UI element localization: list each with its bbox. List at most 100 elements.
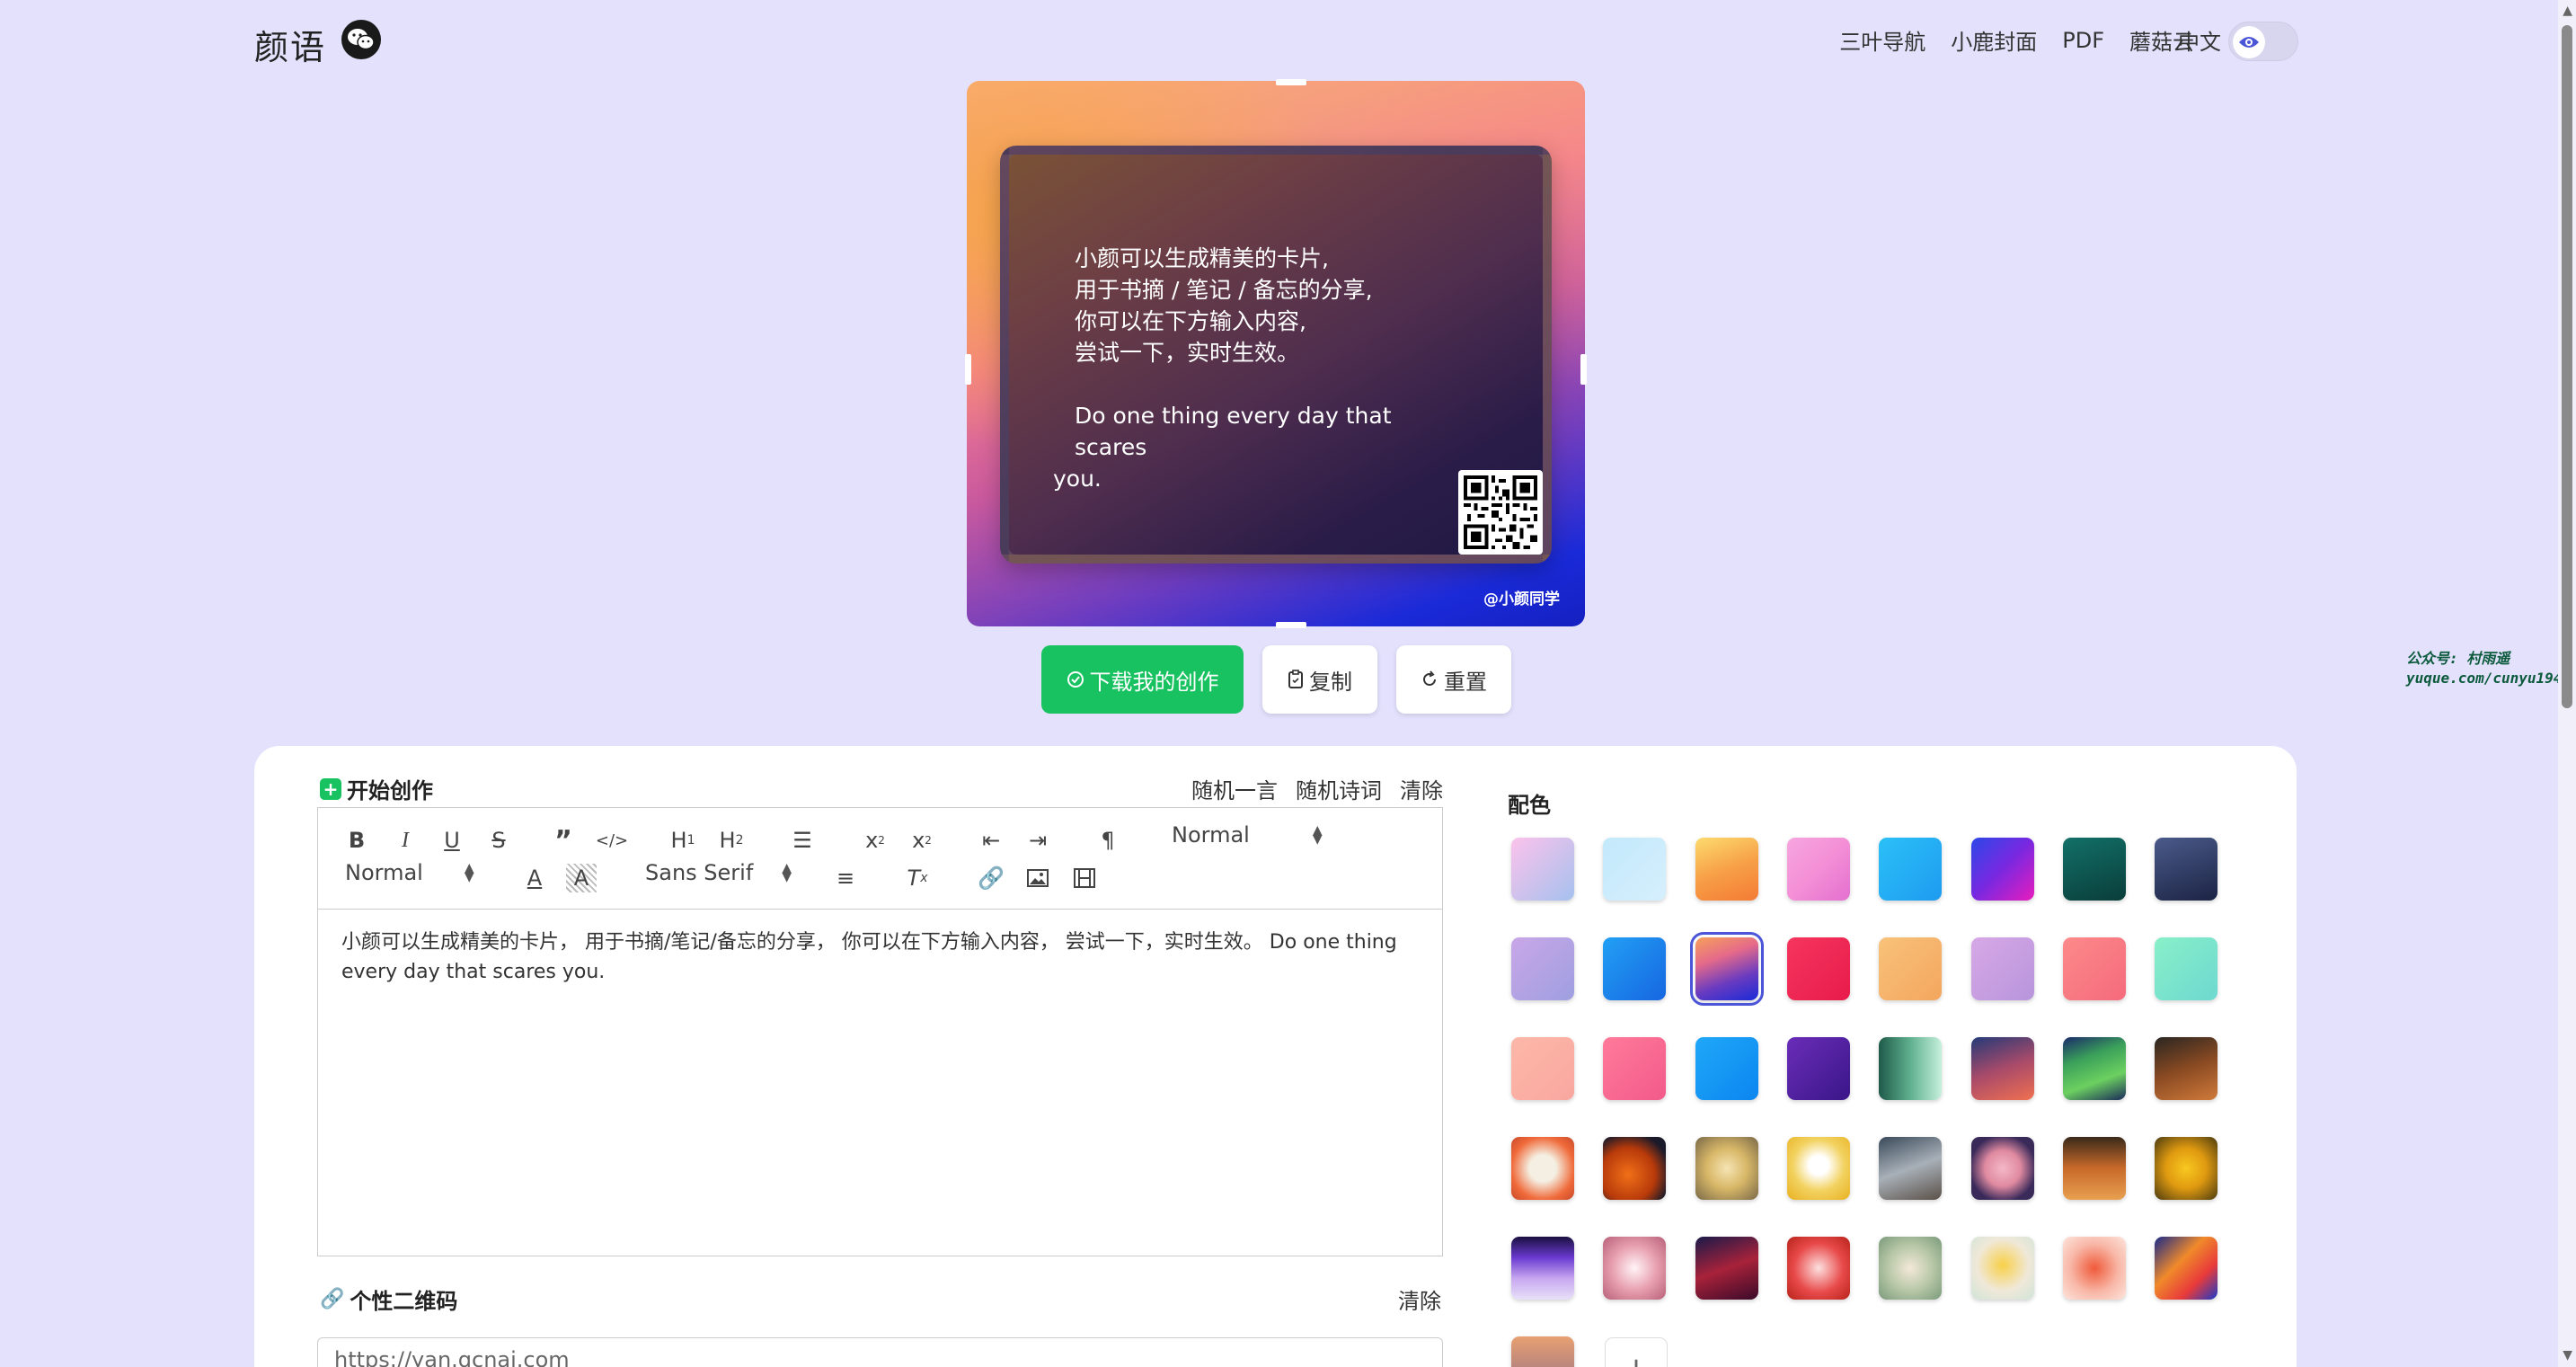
color-swatch[interactable] (1690, 932, 1764, 1006)
header-select[interactable]: Normal ▲ ▼ (1172, 822, 1323, 848)
color-swatch[interactable] (1695, 1237, 1758, 1300)
outdent-icon[interactable]: ⇤ (976, 826, 1006, 855)
link-icon[interactable]: 🔗 (976, 864, 1006, 892)
scrollbar[interactable]: ▲ ▼ (2558, 0, 2576, 1367)
color-swatch[interactable] (2155, 1237, 2217, 1300)
random-quote-link[interactable]: 随机一言 (1191, 773, 1278, 804)
color-swatch[interactable] (2063, 838, 2126, 901)
align-icon[interactable]: ≡ (830, 864, 861, 892)
resize-handle-bottom[interactable] (1276, 622, 1306, 628)
copy-button[interactable]: 复制 (1262, 645, 1377, 714)
color-swatch[interactable] (2063, 1237, 2126, 1300)
color-swatch[interactable] (1971, 937, 2034, 1000)
color-swatch[interactable] (1787, 1137, 1850, 1200)
wechat-icon[interactable] (341, 20, 381, 59)
random-poem-link[interactable]: 随机诗词 (1296, 773, 1382, 804)
app-logo-text[interactable]: 颜语 (254, 20, 326, 69)
check-circle-icon (1067, 671, 1084, 688)
scroll-up-icon[interactable]: ▲ (2563, 4, 2572, 18)
blockquote-icon[interactable]: ” (548, 825, 579, 857)
qrcode-section-title: 🔗 个性二维码 (320, 1283, 457, 1315)
color-swatch[interactable] (1603, 1237, 1666, 1300)
color-swatch[interactable] (2155, 838, 2217, 901)
header2-icon[interactable]: H2 (713, 826, 749, 855)
color-swatch[interactable] (1879, 937, 1942, 1000)
size-select[interactable]: Normal ▲ ▼ (345, 860, 474, 885)
qrcode-clear-link[interactable]: 清除 (1398, 1283, 1441, 1315)
download-button[interactable]: 下载我的创作 (1041, 645, 1244, 714)
color-swatch[interactable] (1511, 1237, 1574, 1300)
editor-toolbar: B I U S ” </> H1 H2 ☰ x2 x2 ⇤ ⇥ ¶ Normal… (318, 808, 1442, 910)
scroll-down-icon[interactable]: ▼ (2563, 1348, 2572, 1363)
color-swatch[interactable] (1603, 937, 1666, 1000)
size-select-value: Normal (345, 860, 423, 885)
scrollbar-thumb[interactable] (2562, 25, 2572, 708)
resize-handle-left[interactable] (965, 354, 971, 385)
nav-link-sanye[interactable]: 三叶导航 (1839, 24, 1925, 56)
color-swatch[interactable] (2155, 1137, 2217, 1200)
card-line-en: you. (1053, 466, 1102, 492)
color-swatch[interactable] (1603, 1137, 1666, 1200)
color-swatch[interactable] (1603, 1037, 1666, 1100)
italic-icon[interactable]: I (390, 826, 420, 855)
color-swatch[interactable] (2063, 937, 2126, 1000)
nav-link-xiaolu[interactable]: 小鹿封面 (1951, 24, 2037, 56)
color-swatch[interactable] (1511, 937, 1574, 1000)
background-color-icon[interactable]: A (566, 864, 597, 892)
color-swatch[interactable] (1879, 1237, 1942, 1300)
bold-icon[interactable]: B (341, 826, 372, 855)
subscript-icon[interactable]: x2 (857, 826, 893, 855)
color-swatch[interactable] (1971, 1237, 2034, 1300)
color-swatch[interactable] (1695, 838, 1758, 901)
editor-clear-link[interactable]: 清除 (1400, 773, 1443, 804)
color-swatch[interactable] (2155, 1037, 2217, 1100)
resize-handle-right[interactable] (1580, 354, 1587, 385)
color-swatch[interactable] (1879, 1137, 1942, 1200)
color-swatch[interactable] (2063, 1037, 2126, 1100)
copy-label: 复制 (1309, 669, 1352, 695)
indent-icon[interactable]: ⇥ (1022, 826, 1053, 855)
superscript-icon[interactable]: x2 (904, 826, 940, 855)
code-icon[interactable]: </> (596, 826, 628, 855)
color-swatch[interactable] (1971, 1137, 2034, 1200)
color-swatch[interactable] (2063, 1137, 2126, 1200)
underline-icon[interactable]: U (437, 826, 467, 855)
color-swatch[interactable] (1971, 838, 2034, 901)
color-swatch[interactable] (1787, 1237, 1850, 1300)
video-icon[interactable] (1069, 864, 1100, 892)
header1-icon[interactable]: H1 (665, 826, 701, 855)
color-swatch[interactable] (2155, 937, 2217, 1000)
color-swatch[interactable] (1787, 838, 1850, 901)
language-switch[interactable]: 中文 (2178, 24, 2221, 56)
color-swatch[interactable] (1511, 1336, 1574, 1367)
bullet-list-icon[interactable]: ☰ (787, 826, 818, 855)
editor-content[interactable]: 小颜可以生成精美的卡片， 用于书摘/笔记/备忘的分享， 你可以在下方输入内容， … (341, 928, 1411, 987)
color-swatch[interactable] (1511, 1137, 1574, 1200)
color-swatch[interactable] (1787, 1037, 1850, 1100)
nav-link-pdf[interactable]: PDF (2062, 28, 2104, 53)
color-swatch[interactable] (1695, 1137, 1758, 1200)
qr-code-image (1458, 470, 1543, 555)
qrcode-url-input[interactable]: https://yan.qcnai.com (317, 1337, 1443, 1367)
add-swatch-button[interactable]: + (1605, 1337, 1668, 1367)
resize-handle-top[interactable] (1276, 79, 1306, 85)
text-color-icon[interactable]: A (519, 864, 550, 892)
color-swatch[interactable] (1879, 1037, 1942, 1100)
color-swatch[interactable] (1971, 1037, 2034, 1100)
strikethrough-icon[interactable]: S (483, 826, 514, 855)
reset-button[interactable]: 重置 (1396, 645, 1511, 714)
font-select-value: Sans Serif (645, 860, 754, 885)
theme-toggle[interactable] (2228, 22, 2298, 61)
color-swatch[interactable] (1511, 1037, 1574, 1100)
font-select[interactable]: Sans Serif ▲ ▼ (645, 860, 792, 885)
text-direction-icon[interactable]: ¶ (1093, 826, 1123, 855)
watermark-line: 公众号: 村雨遥 (2406, 650, 2510, 667)
color-swatch[interactable] (1695, 1037, 1758, 1100)
color-swatch[interactable] (1511, 838, 1574, 901)
color-swatch[interactable] (1787, 937, 1850, 1000)
clipboard-icon (1288, 670, 1303, 688)
image-icon[interactable] (1022, 864, 1053, 892)
clear-format-icon[interactable]: Tx (902, 864, 933, 892)
color-swatch[interactable] (1879, 838, 1942, 901)
color-swatch[interactable] (1603, 838, 1666, 901)
